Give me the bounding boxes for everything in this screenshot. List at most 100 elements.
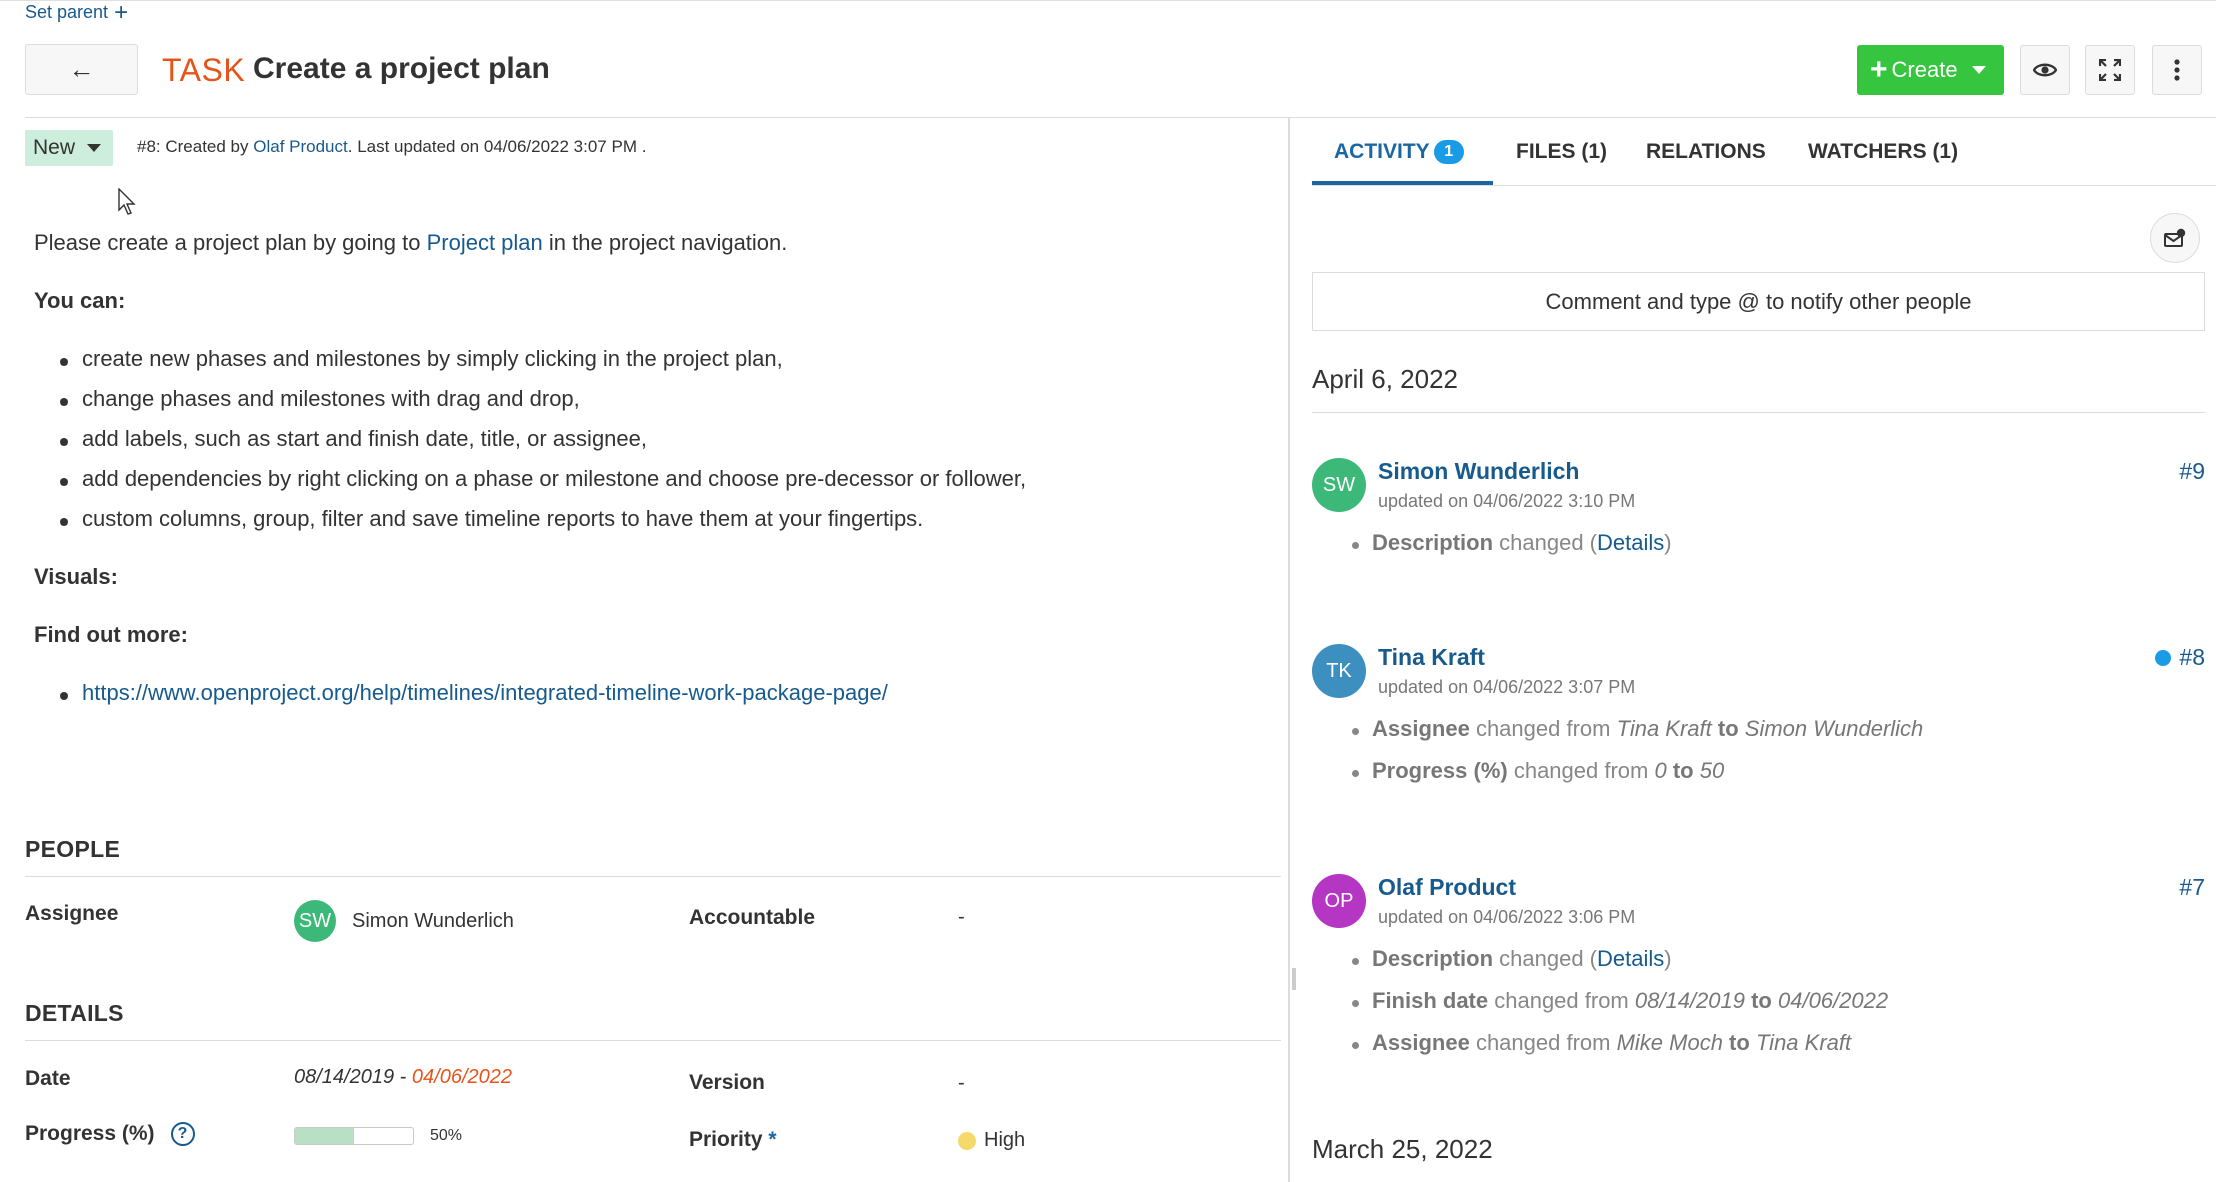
you-can-heading: You can: [34, 288, 126, 313]
tab-relations[interactable]: RELATIONS [1646, 140, 1766, 164]
avatar[interactable]: TK [1312, 644, 1366, 698]
tab-files[interactable]: FILES (1) [1516, 140, 1607, 164]
section-divider [25, 876, 1281, 877]
date-value[interactable]: 08/14/2019 - 04/06/2022 [294, 1066, 512, 1089]
work-package-subject[interactable]: Create a project plan [253, 52, 550, 86]
list-item: custom columns, group, filter and save t… [60, 506, 1254, 546]
chevron-down-icon [1971, 66, 1986, 74]
expand-icon [2099, 59, 2121, 81]
unread-indicator [2155, 649, 2172, 666]
progress-bar [294, 1127, 414, 1145]
comment-input[interactable]: Comment and type @ to notify other peopl… [1312, 272, 2205, 331]
journal-number-link[interactable]: #8 [2155, 644, 2205, 671]
list-item: create new phases and milestones by simp… [60, 346, 1254, 386]
journal-timestamp: updated on 04/06/2022 3:10 PM [1378, 491, 1636, 511]
journal-user-link[interactable]: Simon Wunderlich [1378, 458, 1579, 485]
accountable-value[interactable]: - [958, 906, 965, 929]
details-link[interactable]: Details [1597, 946, 1664, 971]
watch-button[interactable] [2020, 45, 2070, 95]
notification-settings-button[interactable] [2150, 213, 2200, 263]
version-label: Version [689, 1071, 765, 1094]
tab-activity-label: ACTIVITY [1334, 140, 1430, 163]
journal-detail: Description changed (Details) [1352, 946, 1888, 988]
top-border [0, 0, 2216, 1]
tab-bar: ACTIVITY 1 FILES (1) RELATIONS WATCHERS (… [1312, 118, 2216, 186]
set-parent-link[interactable]: Set parent + [25, 0, 129, 26]
date-label: Date [25, 1067, 71, 1090]
avatar: SW [294, 900, 336, 942]
timeline-help-link[interactable]: https://www.openproject.org/help/timelin… [82, 680, 888, 705]
create-button[interactable]: + Create [1857, 45, 2004, 95]
journal-user-link[interactable]: Tina Kraft [1378, 644, 1485, 671]
date-divider [1312, 412, 2205, 413]
work-package-type[interactable]: TASK [162, 52, 245, 89]
journal-details: Description changed (Details) [1352, 530, 1672, 572]
accountable-label: Accountable [689, 906, 816, 929]
progress-value[interactable]: 50% [294, 1127, 462, 1145]
more-vertical-icon [2174, 59, 2180, 81]
priority-text: High [984, 1129, 1026, 1151]
list-item: add labels, such as start and finish dat… [60, 426, 1254, 466]
journal-detail: Assignee changed from Tina Kraft to Simo… [1352, 716, 1923, 758]
back-button[interactable]: ← [25, 44, 138, 95]
avatar[interactable]: SW [1312, 458, 1366, 512]
journal-timestamp: updated on 04/06/2022 3:07 PM [1378, 677, 1636, 697]
version-value[interactable]: - [958, 1072, 965, 1095]
resize-handle[interactable] [1292, 968, 1296, 990]
find-out-more-heading: Find out more: [34, 622, 188, 647]
journal-number: #8 [2179, 644, 2205, 670]
activity-date-heading: March 25, 2022 [1312, 1134, 1493, 1164]
eye-icon [2033, 63, 2057, 77]
start-date: 08/14/2019 [294, 1066, 395, 1088]
journal-details: Assignee changed from Tina Kraft to Simo… [1352, 716, 1923, 800]
status-label: New [33, 136, 76, 159]
list-item: change phases and milestones with drag a… [60, 386, 1254, 426]
meta-prefix: #8: Created by [137, 137, 254, 156]
people-section-title: PEOPLE [25, 836, 121, 862]
journal-number-link[interactable]: #9 [2179, 458, 2205, 485]
visuals-heading: Visuals: [34, 564, 118, 589]
mail-notification-icon [2164, 228, 2186, 247]
journal-detail: Assignee changed from Mike Moch to Tina … [1352, 1030, 1888, 1072]
intro-text: Please create a project plan by going to [34, 230, 427, 255]
priority-value[interactable]: High [958, 1129, 1025, 1152]
list-item: https://www.openproject.org/help/timelin… [60, 680, 1254, 720]
progress-percent: 50% [430, 1127, 463, 1144]
mouse-cursor-icon [118, 188, 136, 215]
author-link[interactable]: Olaf Product [253, 137, 348, 156]
priority-color-dot [958, 1131, 976, 1150]
details-section-title: DETAILS [25, 1000, 124, 1026]
progress-fill [295, 1128, 354, 1144]
fullscreen-button[interactable] [2085, 45, 2135, 95]
details-link[interactable]: Details [1597, 530, 1664, 555]
active-tab-indicator [1312, 181, 1493, 185]
avatar[interactable]: OP [1312, 874, 1366, 928]
finish-date: 04/06/2022 [411, 1066, 512, 1088]
plus-icon: + [114, 0, 129, 26]
more-button[interactable] [2152, 45, 2202, 95]
progress-label-row: Progress (%) ? [25, 1122, 195, 1146]
set-parent-label: Set parent [25, 2, 109, 22]
create-label: Create [1891, 57, 1958, 82]
assignee-value[interactable]: SW Simon Wunderlich [294, 900, 514, 942]
intro-text-end: in the project navigation. [542, 230, 788, 255]
journal-number: #9 [2179, 458, 2205, 484]
journal-user-link[interactable]: Olaf Product [1378, 874, 1516, 901]
tab-activity[interactable]: ACTIVITY 1 [1334, 140, 1464, 164]
project-plan-link[interactable]: Project plan [427, 230, 543, 255]
priority-label: Priority [689, 1128, 763, 1151]
status-dropdown[interactable]: New [25, 130, 113, 166]
tab-watchers[interactable]: WATCHERS (1) [1808, 140, 1958, 164]
help-icon[interactable]: ? [170, 1122, 195, 1146]
priority-label-row: Priority * [689, 1128, 777, 1152]
description[interactable]: Please create a project plan by going to… [34, 230, 1254, 720]
plus-icon: + [1870, 53, 1888, 86]
journal-timestamp: updated on 04/06/2022 3:06 PM [1378, 907, 1636, 927]
required-marker: * [768, 1128, 777, 1151]
journal-number-link[interactable]: #7 [2179, 874, 2205, 901]
activity-date-heading: April 6, 2022 [1312, 364, 1458, 394]
arrow-left-icon: ← [68, 54, 95, 84]
progress-label: Progress (%) [25, 1122, 155, 1145]
description-intro: Please create a project plan by going to… [34, 230, 1254, 288]
work-package-meta: #8: Created by Olaf Product. Last update… [137, 137, 646, 157]
